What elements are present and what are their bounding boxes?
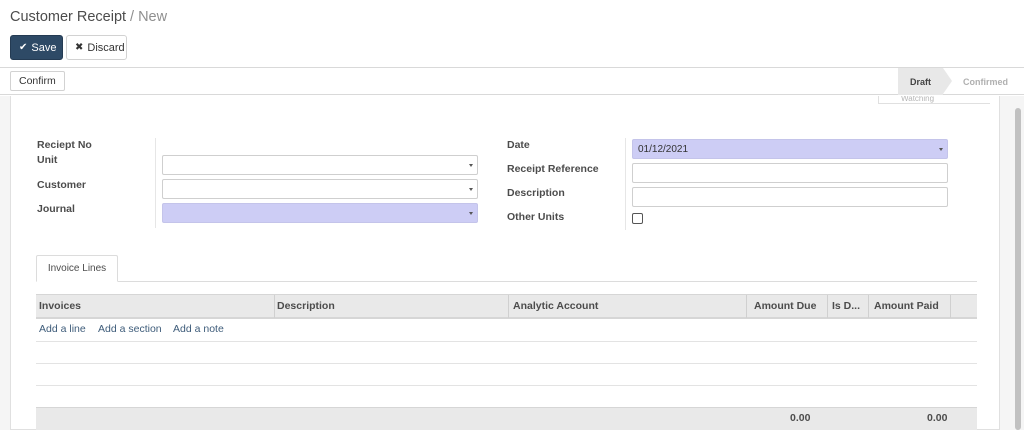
total-amount-paid: 0.00 (927, 412, 948, 424)
add-note-link[interactable]: Add a note (173, 323, 224, 335)
breadcrumb-separator: / (130, 9, 135, 25)
table-row (36, 385, 977, 386)
column-amount-paid[interactable]: Amount Paid (874, 300, 939, 312)
column-divider (868, 295, 869, 318)
save-button-label: Save (31, 41, 57, 54)
save-button[interactable]: ✔ Save (10, 35, 63, 60)
caret-down-icon (469, 212, 473, 215)
description-label: Description (507, 187, 565, 199)
other-units-label: Other Units (507, 211, 565, 223)
receipt-no-label: Reciept No (37, 139, 92, 151)
total-amount-due: 0.00 (790, 412, 811, 424)
journal-label: Journal (37, 203, 75, 215)
date-label: Date (507, 139, 530, 151)
breadcrumb: Customer Receipt / New (10, 9, 167, 25)
right-group-divider (625, 138, 626, 230)
caret-down-icon (469, 164, 473, 167)
close-icon: ✖ (75, 42, 84, 53)
column-divider (508, 295, 509, 318)
invoice-table-header: Invoices Description Analytic Account Am… (36, 294, 977, 319)
date-value: 01/12/2021 (638, 144, 689, 155)
stage-confirmed: Confirmed (963, 76, 1008, 87)
date-picker[interactable]: 01/12/2021 (632, 139, 948, 159)
caret-down-icon (939, 148, 943, 151)
discard-button-label: Discard (87, 41, 125, 54)
column-description[interactable]: Description (277, 300, 335, 312)
confirm-button[interactable]: Confirm (10, 71, 65, 91)
column-divider (950, 295, 951, 318)
receipt-reference-input[interactable] (632, 163, 948, 183)
breadcrumb-parent[interactable]: Customer Receipt (10, 9, 126, 25)
left-group-divider (155, 138, 156, 228)
table-row (36, 363, 977, 364)
column-divider (827, 295, 828, 318)
column-amount-due[interactable]: Amount Due (754, 300, 816, 312)
add-line-link[interactable]: Add a line (39, 323, 86, 335)
customer-label: Customer (37, 179, 87, 191)
stage-draft: Draft (897, 68, 953, 95)
tab-invoice-lines[interactable]: Invoice Lines (36, 255, 118, 282)
check-icon: ✔ (19, 42, 28, 53)
caret-down-icon (469, 188, 473, 191)
customer-select[interactable] (162, 179, 478, 199)
control-panel: Customer Receipt / New ✔ Save ✖ Discard (0, 0, 1024, 68)
column-analytic-account[interactable]: Analytic Account (513, 300, 598, 312)
table-row (36, 341, 977, 342)
column-divider (274, 295, 275, 318)
invoice-table-footer: 0.00 0.00 (36, 407, 977, 430)
column-divider (746, 295, 747, 318)
journal-select[interactable] (162, 203, 478, 223)
scrollbar[interactable] (1015, 108, 1021, 430)
statusbar: Confirm Draft Confirmed (0, 68, 1024, 95)
chatter-peek: Watching (878, 96, 990, 104)
notebook-tabs-line (36, 281, 977, 282)
add-section-link[interactable]: Add a section (98, 323, 162, 335)
other-units-checkbox[interactable] (632, 213, 643, 224)
stage-pipeline: Draft Confirmed (897, 68, 1016, 95)
column-invoices[interactable]: Invoices (39, 300, 81, 312)
receipt-reference-label: Receipt Reference (507, 163, 599, 175)
column-is-d[interactable]: Is D... (832, 300, 860, 312)
description-input[interactable] (632, 187, 948, 207)
breadcrumb-current: New (138, 9, 168, 25)
unit-label: Unit (37, 154, 58, 166)
discard-button[interactable]: ✖ Discard (66, 35, 127, 60)
unit-select[interactable] (162, 155, 478, 175)
